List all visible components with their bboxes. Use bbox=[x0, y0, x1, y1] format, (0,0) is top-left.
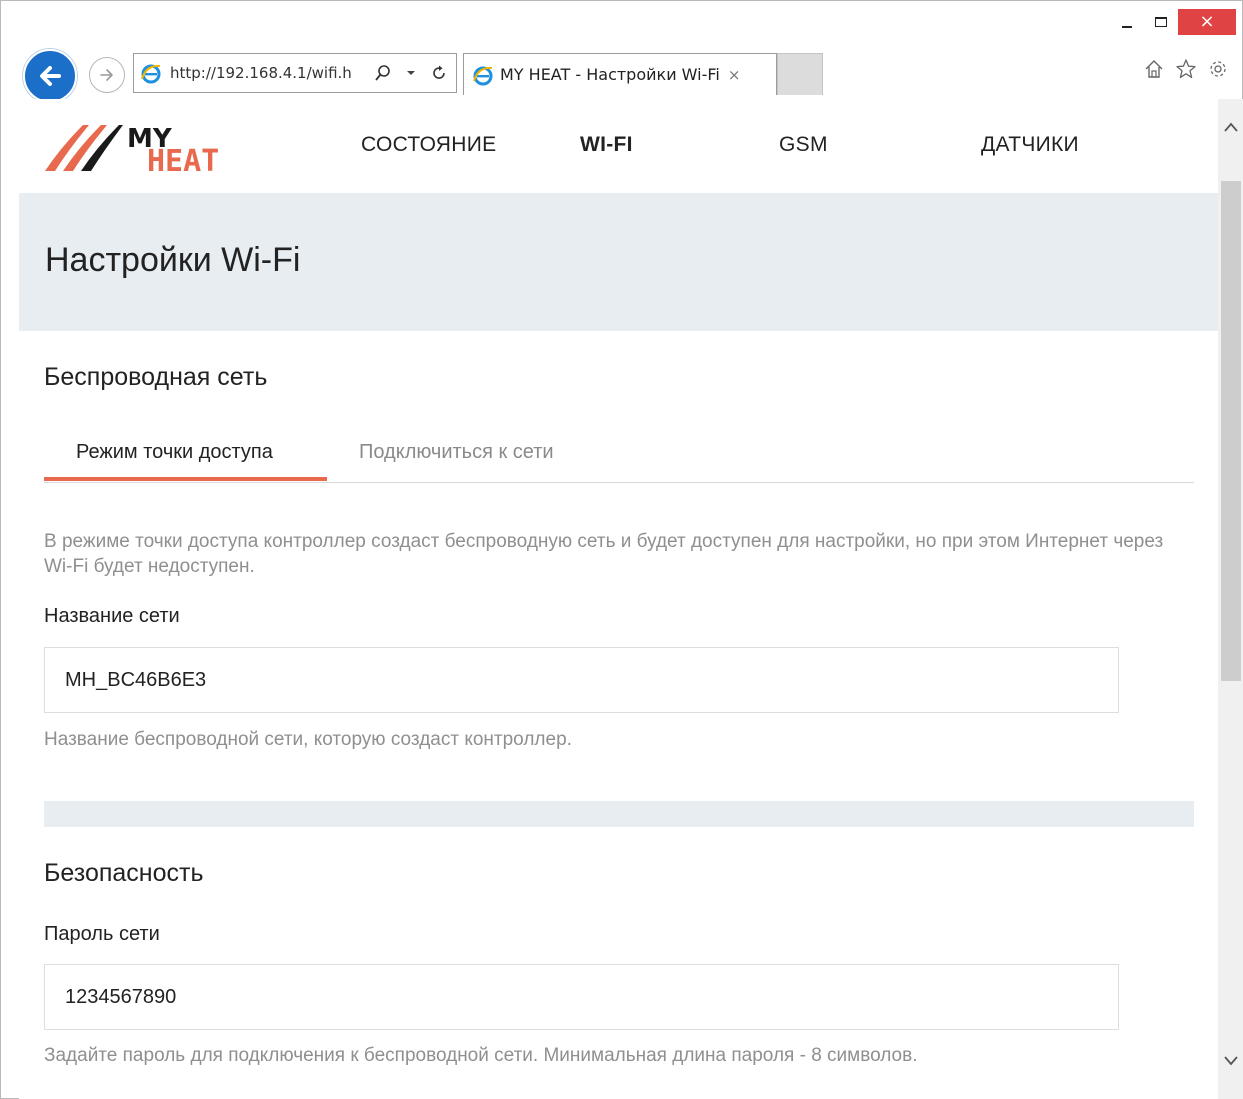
ie-logo-icon bbox=[473, 66, 493, 85]
password-label: Пароль сети bbox=[44, 923, 160, 945]
back-button[interactable] bbox=[23, 49, 77, 103]
ssid-input[interactable]: MH_BC46B6E3 bbox=[44, 647, 1119, 713]
forward-arrow-icon bbox=[100, 69, 113, 81]
nav-item-status[interactable]: СОСТОЯНИЕ bbox=[361, 133, 496, 157]
myheat-logo[interactable]: MY HEAT bbox=[43, 117, 243, 179]
mode-tabs: Режим точки доступа Подключиться к сети bbox=[44, 431, 1194, 483]
maximize-button[interactable] bbox=[1144, 9, 1178, 35]
site-header: MY HEAT СОСТОЯНИЕ WI-FI GSM ДАТЧИКИ bbox=[19, 99, 1218, 193]
nav-item-wifi[interactable]: WI-FI bbox=[580, 133, 633, 157]
minimize-icon bbox=[1122, 26, 1132, 28]
dropdown-icon[interactable] bbox=[400, 68, 422, 78]
active-tab-indicator bbox=[44, 477, 327, 481]
page-viewport: MY HEAT СОСТОЯНИЕ WI-FI GSM ДАТЧИКИ Наст… bbox=[19, 99, 1218, 1099]
ie-logo-icon bbox=[141, 64, 161, 84]
close-icon: × bbox=[1199, 11, 1215, 32]
tab-title: MY HEAT - Настройки Wi-Fi bbox=[500, 65, 720, 84]
close-window-button[interactable]: × bbox=[1178, 9, 1236, 35]
favorites-star-icon[interactable] bbox=[1174, 57, 1198, 81]
page-title: Настройки Wi-Fi bbox=[45, 241, 301, 279]
browser-right-icons bbox=[1142, 57, 1230, 81]
nav-item-sensors[interactable]: ДАТЧИКИ bbox=[981, 133, 1079, 157]
scroll-down-arrow-icon[interactable] bbox=[1218, 1043, 1243, 1079]
window-controls: × bbox=[1110, 9, 1236, 37]
minimize-button[interactable] bbox=[1110, 9, 1144, 35]
back-arrow-icon bbox=[40, 66, 61, 86]
scroll-up-arrow-icon[interactable] bbox=[1218, 109, 1243, 145]
address-bar[interactable]: http://192.168.4.1/wifi.h bbox=[133, 53, 457, 93]
svg-text:HEAT: HEAT bbox=[147, 144, 219, 175]
security-section-title: Безопасность bbox=[44, 859, 204, 887]
password-input[interactable]: 1234567890 bbox=[44, 964, 1119, 1030]
section-separator bbox=[44, 801, 1194, 827]
url-text: http://192.168.4.1/wifi.h bbox=[170, 64, 352, 82]
home-icon[interactable] bbox=[1142, 57, 1166, 81]
nav-item-gsm[interactable]: GSM bbox=[779, 133, 828, 157]
browser-toolbar: http://192.168.4.1/wifi.h MY HEAT - Наст… bbox=[1, 45, 1243, 103]
ssid-hint: Название беспроводной сети, которую созд… bbox=[44, 729, 572, 750]
tab-close-icon[interactable]: × bbox=[728, 66, 741, 84]
refresh-icon[interactable] bbox=[428, 65, 450, 81]
scroll-thumb[interactable] bbox=[1221, 181, 1241, 681]
vertical-scrollbar[interactable] bbox=[1218, 99, 1243, 1099]
access-point-description: В режиме точки доступа контроллер создас… bbox=[44, 531, 1164, 577]
search-icon[interactable] bbox=[372, 64, 394, 82]
wireless-section-title: Беспроводная сеть bbox=[44, 363, 268, 391]
ssid-label: Название сети bbox=[44, 605, 180, 627]
browser-tab-active[interactable]: MY HEAT - Настройки Wi-Fi × bbox=[463, 53, 777, 95]
tab-access-point[interactable]: Режим точки доступа bbox=[76, 441, 273, 464]
forward-button[interactable] bbox=[89, 57, 125, 93]
browser-window: × http://192.168.4.1/wifi.h MY HEAT - На… bbox=[0, 0, 1243, 1099]
password-hint: Задайте пароль для подключения к беспров… bbox=[44, 1045, 918, 1066]
new-tab-button[interactable] bbox=[777, 53, 823, 95]
settings-gear-icon[interactable] bbox=[1206, 57, 1230, 81]
page-title-band: Настройки Wi-Fi bbox=[19, 193, 1218, 331]
tab-connect-network[interactable]: Подключиться к сети bbox=[359, 441, 554, 464]
maximize-icon bbox=[1155, 17, 1167, 27]
